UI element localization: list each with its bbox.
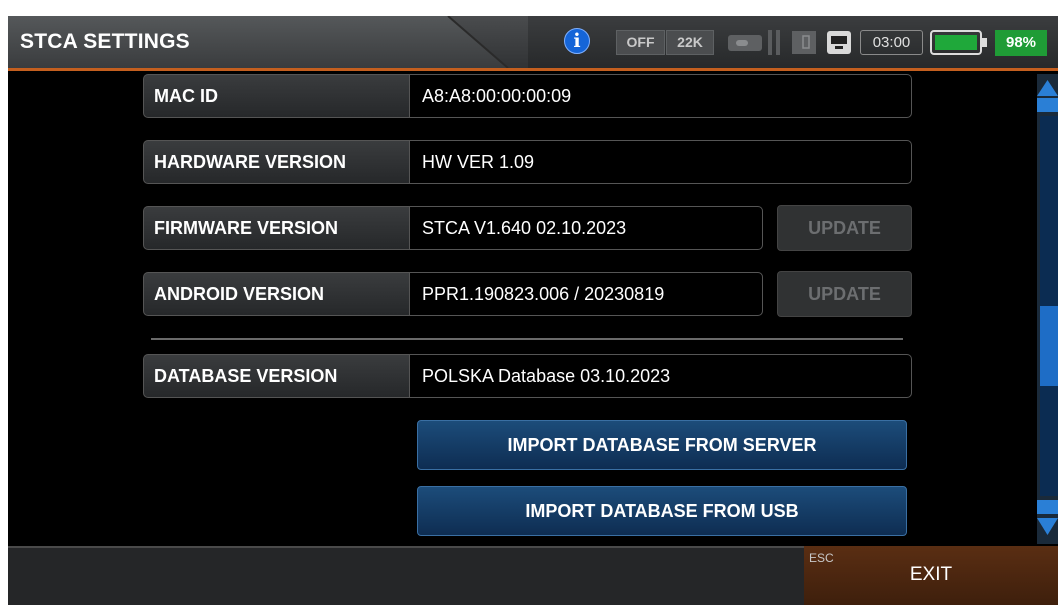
firmware-version-label: FIRMWARE VERSION	[143, 206, 409, 250]
status-separator	[768, 30, 772, 55]
mac-id-value: A8:A8:00:00:00:09	[409, 74, 912, 118]
esc-key-hint: ESC	[809, 551, 834, 565]
android-update-button[interactable]: UPDATE	[777, 271, 912, 317]
hardware-version-value: HW VER 1.09	[409, 140, 912, 184]
database-version-value: POLSKA Database 03.10.2023	[409, 354, 912, 398]
lnb-icon	[728, 35, 762, 51]
header-accent-line	[8, 68, 1058, 71]
tone-22k-status: 22K	[666, 30, 714, 55]
android-version-value: PPR1.190823.006 / 20230819	[409, 272, 763, 316]
database-version-label: DATABASE VERSION	[143, 354, 409, 398]
battery-icon	[930, 30, 987, 55]
import-database-usb-button[interactable]: IMPORT DATABASE FROM USB	[417, 486, 907, 536]
lnb-power-status: OFF	[616, 30, 665, 55]
usb-icon	[827, 31, 851, 54]
battery-percentage: 98%	[995, 30, 1047, 56]
scroll-down-icon[interactable]	[1037, 498, 1058, 538]
scroll-up-icon[interactable]	[1037, 78, 1058, 114]
import-database-server-button[interactable]: IMPORT DATABASE FROM SERVER	[417, 420, 907, 470]
section-divider	[151, 338, 903, 340]
scrollbar-thumb[interactable]	[1040, 306, 1058, 386]
android-version-label: ANDROID VERSION	[143, 272, 409, 316]
status-separator	[776, 30, 780, 55]
info-icon[interactable]: i	[564, 28, 590, 54]
firmware-version-value: STCA V1.640 02.10.2023	[409, 206, 763, 250]
sd-card-icon	[792, 31, 816, 54]
settings-screen: STCA SETTINGS i OFF 22K 03:00 98% MAC ID…	[8, 16, 1058, 605]
exit-label: EXIT	[909, 564, 953, 585]
page-title: STCA SETTINGS	[20, 30, 190, 53]
firmware-update-button[interactable]: UPDATE	[777, 205, 912, 251]
mac-id-label: MAC ID	[143, 74, 409, 118]
hardware-version-label: HARDWARE VERSION	[143, 140, 409, 184]
timer-display: 03:00	[860, 30, 923, 55]
